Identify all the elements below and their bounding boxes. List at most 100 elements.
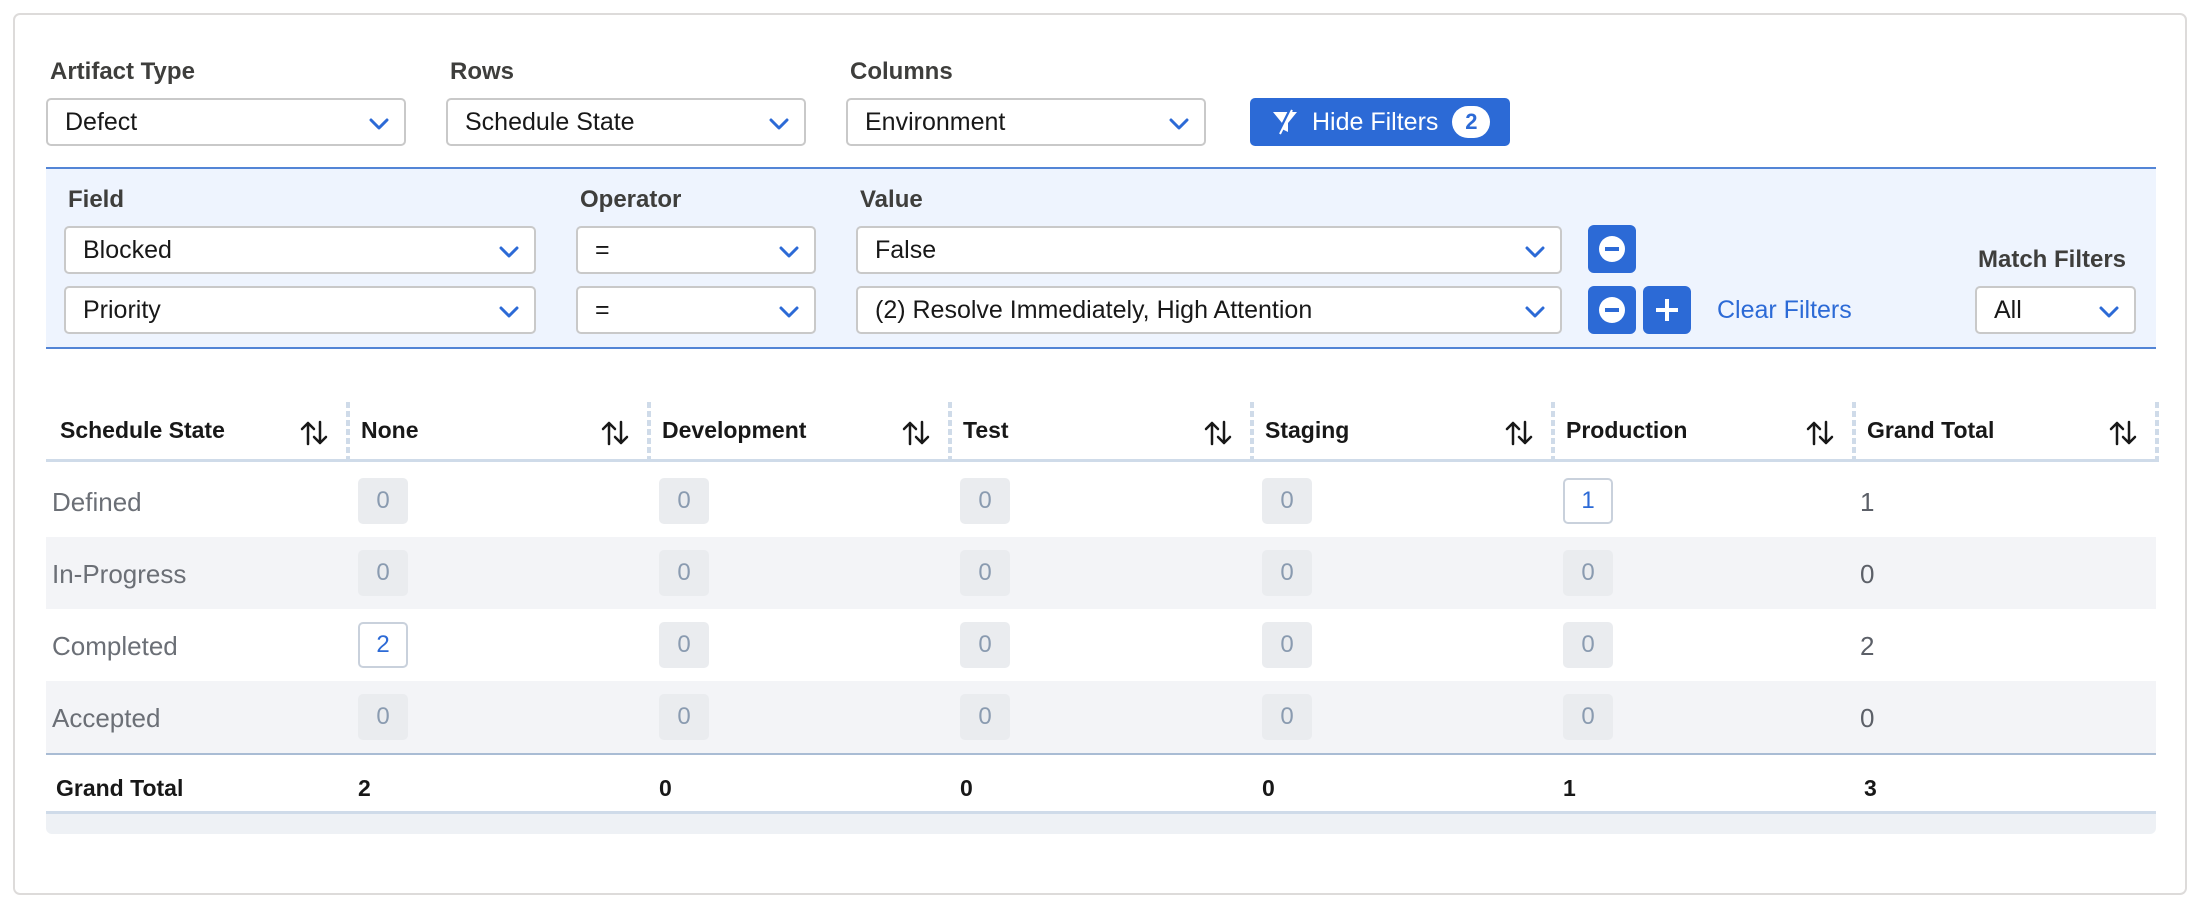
- table-cell: 0: [960, 622, 1010, 668]
- grand-total-value: 3: [1864, 775, 1877, 801]
- column-header-test[interactable]: Test: [949, 402, 1254, 462]
- chevron-down-icon: [1525, 246, 1545, 258]
- sort-arrows-icon[interactable]: [901, 418, 931, 448]
- match-filters-select[interactable]: All: [1975, 286, 2136, 334]
- columns-label: Columns: [850, 58, 953, 85]
- sort-arrows-icon[interactable]: [2108, 418, 2138, 448]
- sort-arrows-icon[interactable]: [1203, 418, 1233, 448]
- table-cell: 0: [358, 478, 408, 524]
- sort-arrows-icon[interactable]: [1805, 418, 1835, 448]
- filter-off-icon: [1273, 109, 1297, 135]
- column-header-development[interactable]: Development: [648, 402, 952, 462]
- table-cell: 0: [960, 694, 1010, 740]
- rows-value: Schedule State: [465, 107, 635, 136]
- sort-arrows-icon[interactable]: [299, 418, 329, 448]
- filter-value-value: (2) Resolve Immediately, High Attention: [875, 295, 1313, 324]
- column-header-label: Staging: [1265, 417, 1350, 443]
- filter-count-badge: 2: [1452, 106, 1491, 138]
- column-header-production[interactable]: Production: [1552, 402, 1856, 462]
- filter-field-value: Blocked: [83, 235, 172, 264]
- artifact-type-value: Defect: [65, 107, 138, 136]
- sort-arrows-icon[interactable]: [600, 418, 630, 448]
- column-header-none[interactable]: None: [347, 402, 651, 462]
- table-cell: 0: [358, 550, 408, 596]
- table-cell: 0: [1262, 694, 1312, 740]
- filter-field-select[interactable]: Priority: [64, 286, 536, 334]
- chevron-down-icon: [369, 118, 389, 130]
- chevron-down-icon: [2099, 306, 2119, 318]
- filter-operator-select[interactable]: =: [576, 226, 816, 274]
- grand-total-label: Grand Total: [56, 775, 184, 801]
- match-filters-value: All: [1994, 295, 2022, 324]
- artifact-type-label: Artifact Type: [50, 58, 195, 85]
- row-total: 0: [1860, 703, 1875, 733]
- table-cell: 0: [1262, 550, 1312, 596]
- table-cell: 0: [1262, 622, 1312, 668]
- table-cell: 0: [659, 622, 709, 668]
- table-divider: [46, 753, 2156, 755]
- row-label: Accepted: [52, 703, 161, 733]
- filter-value-value: False: [875, 235, 937, 264]
- hide-filters-button[interactable]: Hide Filters 2: [1250, 98, 1510, 146]
- row-total: 1: [1860, 487, 1875, 517]
- table-cell: 0: [659, 694, 709, 740]
- match-filters-label: Match Filters: [1978, 246, 2127, 273]
- operator-label: Operator: [580, 186, 682, 213]
- rows-label: Rows: [450, 58, 515, 85]
- table-cell: 0: [659, 550, 709, 596]
- filter-value-select[interactable]: (2) Resolve Immediately, High Attention: [856, 286, 1562, 334]
- remove-filter-button[interactable]: [1588, 286, 1636, 334]
- row-label: Completed: [52, 631, 178, 661]
- column-header-grand-total[interactable]: Grand Total: [1853, 402, 2159, 462]
- artifact-type-select[interactable]: Defect: [46, 98, 406, 146]
- column-separator: [2155, 402, 2159, 462]
- row-label: In-Progress: [52, 559, 187, 589]
- minus-circle-icon: [1599, 236, 1625, 262]
- chevron-down-icon: [779, 246, 799, 258]
- hide-filters-label: Hide Filters: [1312, 107, 1439, 136]
- filter-operator-value: =: [595, 235, 610, 264]
- chevron-down-icon: [1169, 118, 1189, 130]
- chevron-down-icon: [769, 118, 789, 130]
- filter-field-value: Priority: [83, 295, 161, 324]
- column-header-label: Development: [662, 417, 807, 443]
- grand-total-value: 0: [960, 775, 973, 801]
- filter-field-select[interactable]: Blocked: [64, 226, 536, 274]
- column-header-label: Grand Total: [1867, 417, 1995, 443]
- table-cell: 0: [1563, 550, 1613, 596]
- table-cell: 0: [960, 550, 1010, 596]
- filter-value-select[interactable]: False: [856, 226, 1562, 274]
- table-cell: 0: [659, 478, 709, 524]
- column-header-label: None: [361, 417, 419, 443]
- sort-arrows-icon[interactable]: [1504, 418, 1534, 448]
- column-header-label: Production: [1566, 417, 1688, 443]
- filter-operator-select[interactable]: =: [576, 286, 816, 334]
- rows-select[interactable]: Schedule State: [446, 98, 806, 146]
- table-cell: 0: [1563, 694, 1613, 740]
- column-header-label: Schedule State: [60, 417, 225, 443]
- remove-filter-button[interactable]: [1588, 225, 1636, 273]
- table-cell: 0: [960, 478, 1010, 524]
- table-footer: [46, 811, 2156, 834]
- table-cell: 0: [358, 694, 408, 740]
- chevron-down-icon: [499, 306, 519, 318]
- table-cell-link[interactable]: 2: [358, 622, 408, 668]
- table-cell: 0: [1262, 478, 1312, 524]
- table-cell-link[interactable]: 1: [1563, 478, 1613, 524]
- clear-filters-link[interactable]: Clear Filters: [1717, 296, 1852, 325]
- grand-total-value: 1: [1563, 775, 1576, 801]
- column-header-label: Test: [963, 417, 1009, 443]
- row-total: 0: [1860, 559, 1875, 589]
- columns-value: Environment: [865, 107, 1006, 136]
- column-header-staging[interactable]: Staging: [1251, 402, 1555, 462]
- row-label: Defined: [52, 487, 142, 517]
- columns-select[interactable]: Environment: [846, 98, 1206, 146]
- chevron-down-icon: [499, 246, 519, 258]
- table-cell: 0: [1563, 622, 1613, 668]
- chevron-down-icon: [779, 306, 799, 318]
- add-filter-button[interactable]: [1643, 286, 1691, 334]
- grand-total-value: 2: [358, 775, 371, 801]
- grand-total-value: 0: [1262, 775, 1275, 801]
- column-header-schedule-state[interactable]: Schedule State: [46, 402, 350, 462]
- filter-operator-value: =: [595, 295, 610, 324]
